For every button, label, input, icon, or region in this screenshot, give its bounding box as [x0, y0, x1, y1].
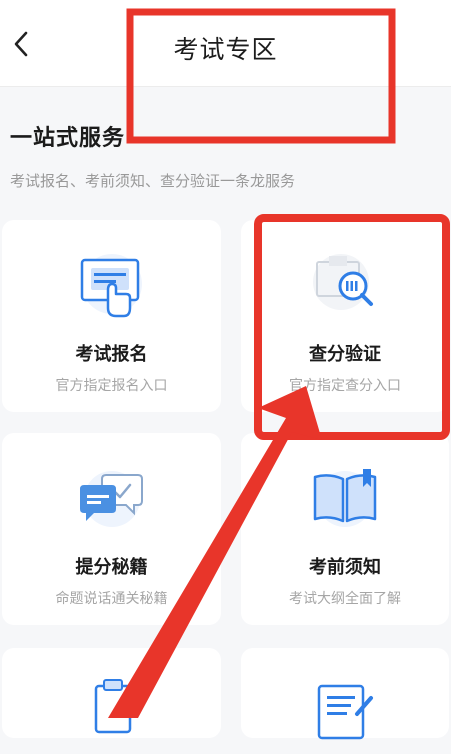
card-exam-notice-title: 考前须知 [309, 557, 381, 578]
card-bottom-right[interactable] [241, 648, 449, 740]
card-exam-notice[interactable]: 考前须知 考试大纲全面了解 [241, 433, 449, 625]
book-icon [313, 469, 377, 527]
card-score-check-title: 查分验证 [309, 344, 381, 365]
score-check-icon [313, 254, 373, 310]
top-bar: 考试专区 [0, 0, 451, 87]
card-score-check[interactable]: 查分验证 官方指定查分入口 [241, 220, 449, 412]
notes-icon [317, 684, 373, 740]
card-tips-desc: 命题说话通关秘籍 [55, 591, 168, 607]
page-title: 考试专区 [173, 35, 278, 64]
card-exam-notice-desc: 考试大纲全面了解 [289, 591, 401, 607]
card-tips-title: 提分秘籍 [75, 557, 148, 578]
card-tips[interactable]: 提分秘籍 命题说话通关秘籍 [2, 433, 221, 625]
document-icon [94, 679, 131, 734]
registration-icon [80, 254, 142, 318]
chat-tips-icon [79, 471, 143, 527]
section-subtitle: 考试报名、考前须知、查分验证一条龙服务 [10, 172, 296, 190]
card-registration-desc: 官方指定报名入口 [55, 378, 168, 394]
card-registration-title: 考试报名 [75, 344, 148, 365]
card-registration[interactable]: 考试报名 官方指定报名入口 [2, 220, 221, 412]
card-score-check-desc: 官方指定查分入口 [289, 378, 401, 394]
card-bottom-left[interactable] [2, 648, 221, 738]
section-title: 一站式服务 [10, 126, 126, 151]
